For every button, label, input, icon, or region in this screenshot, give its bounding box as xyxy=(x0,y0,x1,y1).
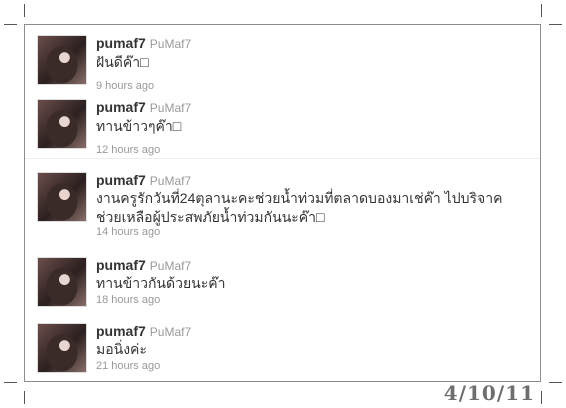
tweet-text: ฝันดีค๊า□ xyxy=(96,54,149,70)
username[interactable]: pumaf7 xyxy=(96,172,146,188)
user-handle[interactable]: PuMaf7 xyxy=(150,259,191,273)
tweet-timeline: pumaf7 PuMaf7 ฝันดีค๊า□ 9 hours ago pumaf… xyxy=(24,24,541,382)
user-handle[interactable]: PuMaf7 xyxy=(150,101,191,115)
crop-mark xyxy=(549,24,562,25)
tweet-text: ทานข้าวๆค๊า□ xyxy=(96,118,182,134)
tweet-author[interactable]: pumaf7 PuMaf7 xyxy=(96,172,191,188)
tweet-author[interactable]: pumaf7 PuMaf7 xyxy=(96,35,191,51)
divider xyxy=(25,158,540,159)
tweet-timestamp[interactable]: 12 hours ago xyxy=(96,144,160,156)
crop-mark xyxy=(4,24,17,25)
username[interactable]: pumaf7 xyxy=(96,99,146,115)
crop-mark xyxy=(4,382,17,383)
avatar[interactable] xyxy=(37,99,87,149)
avatar[interactable] xyxy=(37,257,87,307)
crop-mark xyxy=(24,391,25,404)
user-handle[interactable]: PuMaf7 xyxy=(150,37,191,51)
tweet-text: มอนิ่งค่ะ xyxy=(96,341,147,357)
avatar[interactable] xyxy=(37,323,87,373)
avatar[interactable] xyxy=(37,172,87,222)
date-stamp: 4/10/11 xyxy=(443,381,535,405)
username[interactable]: pumaf7 xyxy=(96,323,146,339)
username[interactable]: pumaf7 xyxy=(96,257,146,273)
crop-mark xyxy=(24,4,25,17)
tweet-text: ทานข้าวกันด้วยนะค๊า xyxy=(96,275,226,291)
tweet-timestamp[interactable]: 21 hours ago xyxy=(96,360,160,372)
tweet-timestamp[interactable]: 14 hours ago xyxy=(96,226,160,238)
tweet-timestamp[interactable]: 9 hours ago xyxy=(96,80,154,92)
tweet-timestamp[interactable]: 18 hours ago xyxy=(96,294,160,306)
tweet-author[interactable]: pumaf7 PuMaf7 xyxy=(96,323,191,339)
crop-mark xyxy=(541,391,542,404)
username[interactable]: pumaf7 xyxy=(96,35,146,51)
tweet-author[interactable]: pumaf7 PuMaf7 xyxy=(96,257,191,273)
tweet-author[interactable]: pumaf7 PuMaf7 xyxy=(96,99,191,115)
user-handle[interactable]: PuMaf7 xyxy=(150,325,191,339)
crop-mark xyxy=(541,4,542,17)
crop-mark xyxy=(549,382,562,383)
avatar[interactable] xyxy=(37,35,87,85)
user-handle[interactable]: PuMaf7 xyxy=(150,174,191,188)
tweet-text: งานครูรักวันที่24ตุลานะคะช่วยน้ำท่วมที่ต… xyxy=(96,190,503,225)
